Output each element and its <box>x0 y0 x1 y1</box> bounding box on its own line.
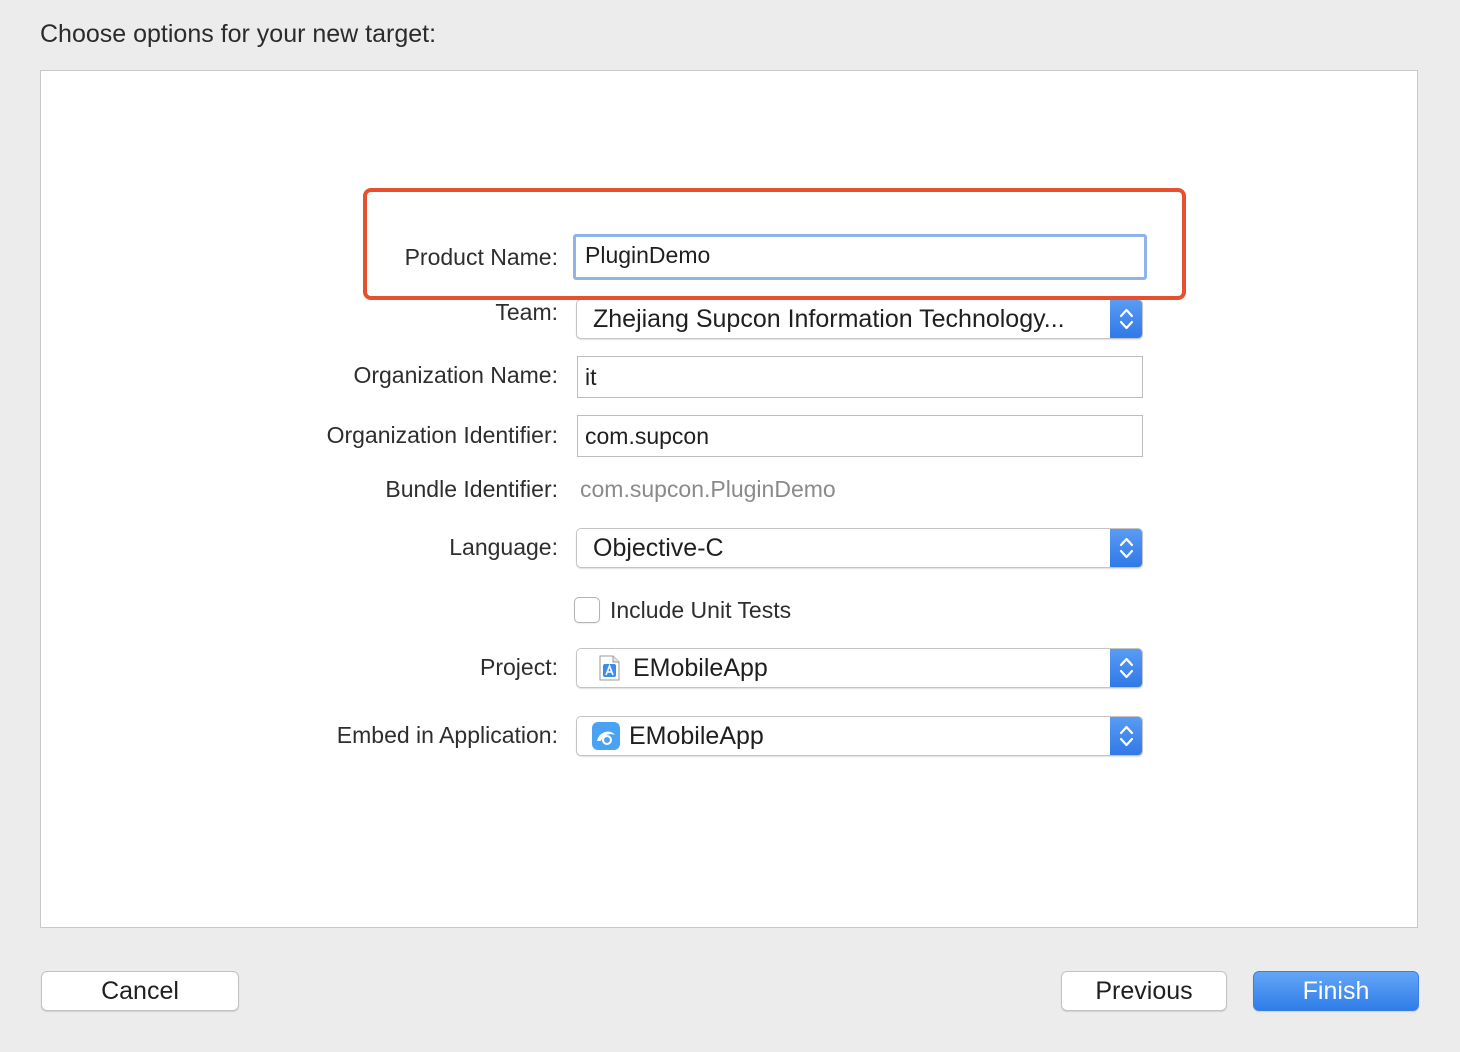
include-unit-tests-checkbox[interactable] <box>574 597 600 623</box>
bundle-identifier-value: com.supcon.PluginDemo <box>580 476 836 502</box>
team-value: Zhejiang Supcon Information Technology..… <box>593 305 1065 333</box>
organization-name-field[interactable]: it <box>577 356 1143 398</box>
language-value: Objective-C <box>593 534 724 562</box>
language-popup[interactable]: Objective-C <box>576 528 1143 568</box>
app-icon <box>591 721 621 751</box>
bundle-identifier-label: Bundle Identifier: <box>385 476 558 502</box>
dialog-heading: Choose options for your new target: <box>40 20 437 48</box>
embed-stepper-icon <box>1110 717 1142 755</box>
language-stepper-icon <box>1110 529 1142 567</box>
xcode-project-icon <box>595 654 623 682</box>
embed-in-application-value: EMobileApp <box>629 722 764 750</box>
team-popup[interactable]: Zhejiang Supcon Information Technology..… <box>576 299 1143 339</box>
embed-in-application-popup[interactable]: EMobileApp <box>576 716 1143 756</box>
organization-identifier-label: Organization Identifier: <box>326 422 558 448</box>
project-label: Project: <box>480 654 558 680</box>
team-label: Team: <box>495 299 558 325</box>
embed-in-application-label: Embed in Application: <box>336 722 558 748</box>
previous-button[interactable]: Previous <box>1061 971 1227 1011</box>
project-value: EMobileApp <box>633 654 768 682</box>
product-name-label: Product Name: <box>404 244 558 270</box>
product-name-field[interactable]: PluginDemo <box>573 234 1147 280</box>
language-label: Language: <box>449 534 558 560</box>
organization-name-label: Organization Name: <box>353 362 558 388</box>
project-stepper-icon <box>1110 649 1142 687</box>
organization-identifier-field[interactable]: com.supcon <box>577 415 1143 457</box>
include-unit-tests-label[interactable]: Include Unit Tests <box>610 597 791 624</box>
finish-button[interactable]: Finish <box>1253 971 1419 1011</box>
cancel-button[interactable]: Cancel <box>41 971 239 1011</box>
team-stepper-icon <box>1110 300 1142 338</box>
project-popup[interactable]: EMobileApp <box>576 648 1143 688</box>
